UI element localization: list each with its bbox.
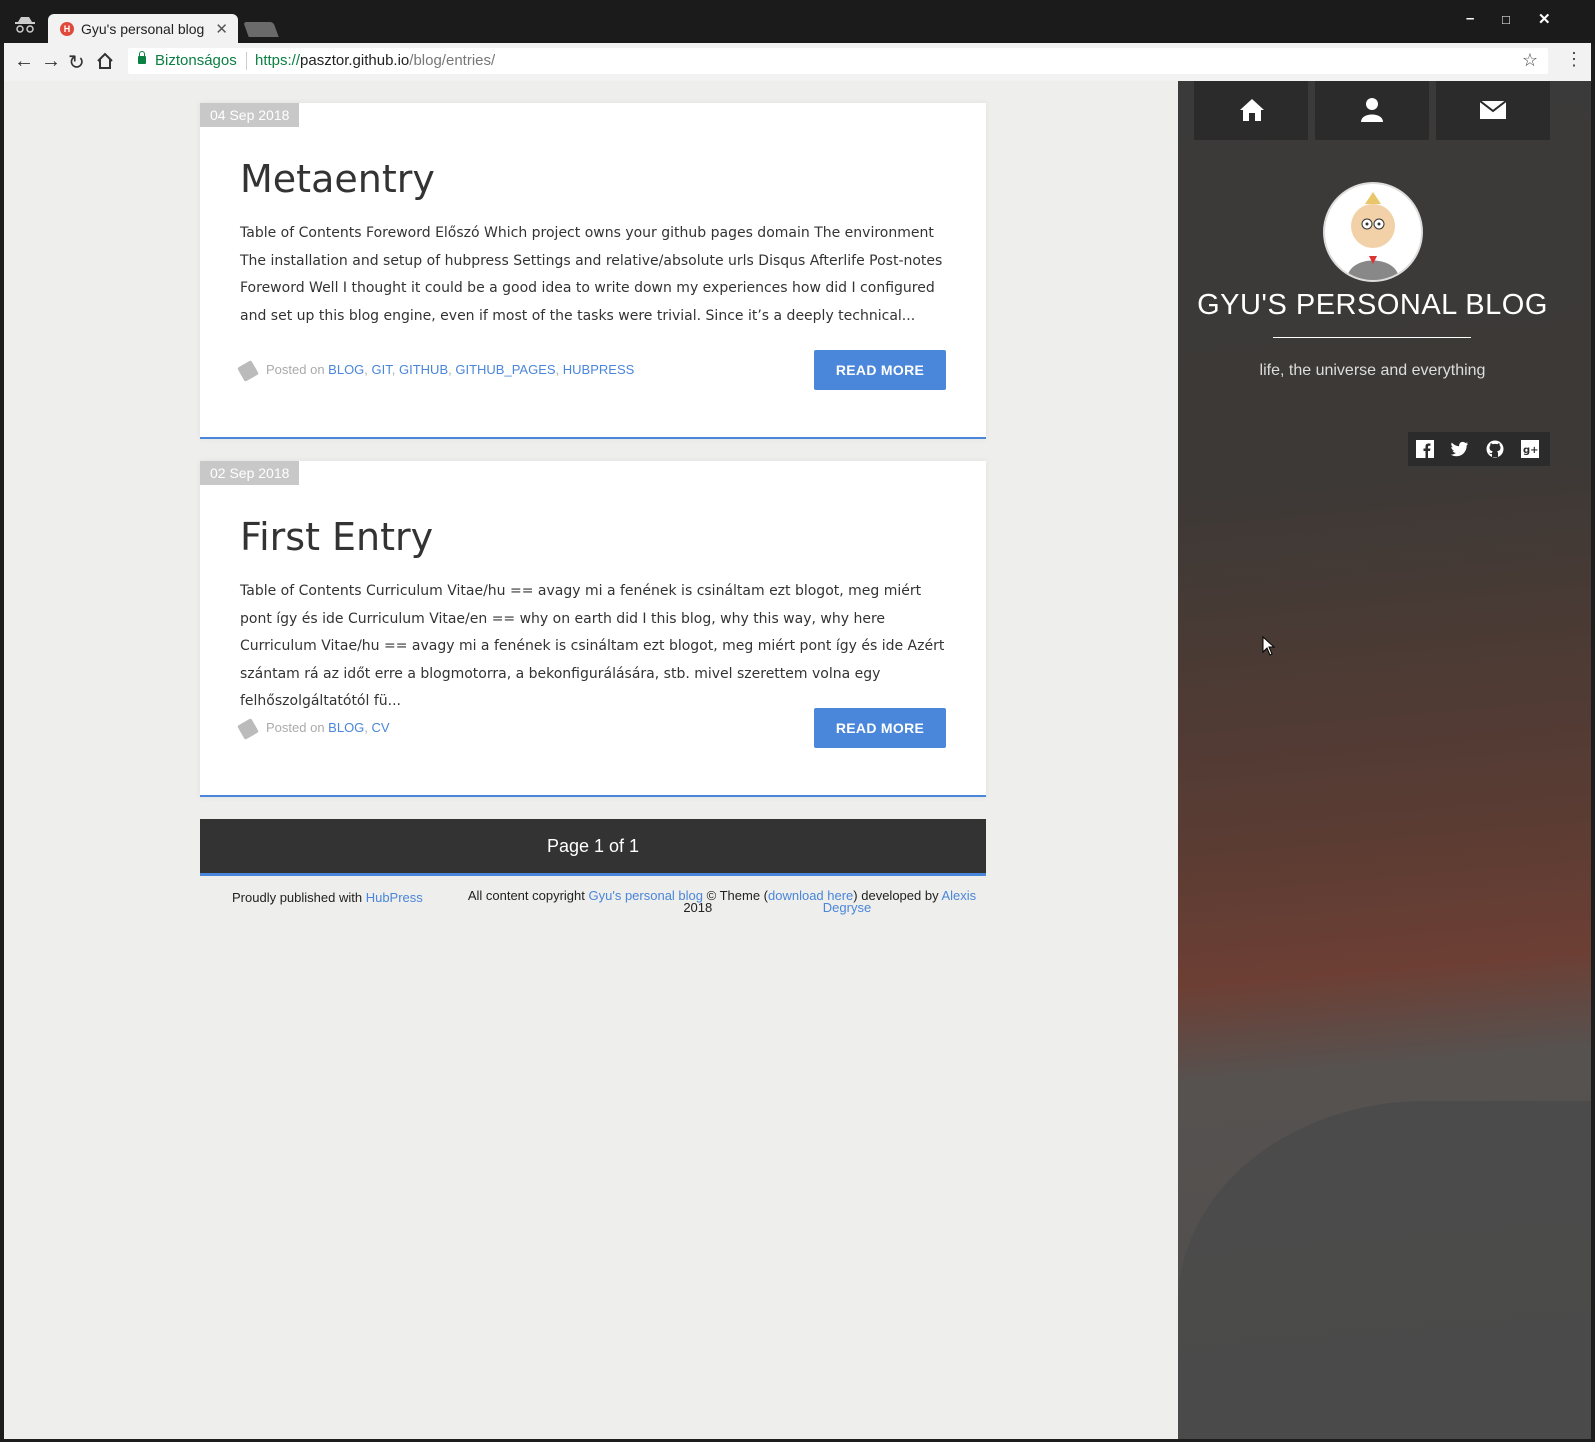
hubpress-favicon-icon: H	[60, 22, 74, 36]
tag-link[interactable]: CV	[372, 720, 390, 735]
minimize-icon[interactable]: –	[1466, 10, 1474, 27]
browser-window: H Gyu's personal blog ✕ – □ ✕ ← → ↻ Bizt…	[0, 0, 1595, 1442]
social-links: g+	[1408, 432, 1550, 466]
close-window-icon[interactable]: ✕	[1538, 10, 1551, 28]
google-plus-icon[interactable]: g+	[1521, 440, 1539, 458]
reload-icon[interactable]: ↻	[68, 50, 85, 75]
tag-link[interactable]: GITHUB	[399, 362, 448, 377]
post-date: 04 Sep 2018	[200, 103, 300, 127]
author-link-first[interactable]: Alexis	[941, 888, 976, 903]
tag-link[interactable]: GIT	[372, 362, 392, 377]
forward-icon[interactable]: →	[41, 50, 61, 73]
facebook-icon[interactable]	[1416, 440, 1434, 458]
posted-on-label: Posted on	[266, 720, 325, 735]
mail-icon	[1480, 101, 1506, 119]
post-title[interactable]: Metaentry	[240, 157, 435, 201]
svg-text:g+: g+	[1523, 445, 1539, 456]
tab-strip: H Gyu's personal blog ✕ – □ ✕	[0, 0, 1595, 44]
security-label: Biztonságos	[155, 52, 237, 69]
tab-close-icon[interactable]: ✕	[215, 20, 228, 38]
tag-link[interactable]: BLOG	[328, 362, 364, 377]
web-page: 04 Sep 2018 Metaentry Table of Contents …	[4, 81, 1591, 1439]
tag-icon	[237, 359, 259, 382]
browser-menu-icon[interactable]: ⋮	[1565, 49, 1583, 70]
lock-icon	[138, 51, 146, 64]
tag-link[interactable]: HUBPRESS	[563, 362, 635, 377]
posted-on-label: Posted on	[266, 362, 325, 377]
hubpress-link[interactable]: HubPress	[366, 890, 423, 905]
blog-title[interactable]: GYU'S PERSONAL BLOG	[1178, 289, 1567, 322]
blog-tagline: life, the universe and everything	[1259, 362, 1486, 379]
tag-icon	[237, 717, 259, 740]
main-content: 04 Sep 2018 Metaentry Table of Contents …	[4, 81, 1202, 1439]
home-icon	[1240, 99, 1264, 121]
read-more-button[interactable]: READ MORE	[814, 350, 946, 390]
user-icon	[1361, 98, 1383, 122]
new-tab-button[interactable]	[243, 22, 279, 37]
home-button-icon[interactable]	[96, 52, 114, 70]
browser-toolbar: ← → ↻ Biztonságos https://pasztor.github…	[4, 43, 1591, 81]
read-more-button[interactable]: READ MORE	[814, 708, 946, 748]
pagination-bar: Page 1 of 1	[200, 819, 986, 876]
author-link-last[interactable]: Degryse	[823, 900, 871, 915]
post-excerpt: Table of Contents Curriculum Vitae/hu ==…	[240, 583, 945, 709]
twitter-icon[interactable]	[1451, 440, 1469, 458]
maximize-icon[interactable]: □	[1502, 12, 1510, 27]
nav-about-button[interactable]	[1315, 81, 1429, 140]
address-bar[interactable]: Biztonságos https://pasztor.github.io/bl…	[128, 48, 1548, 74]
tag-link[interactable]: GITHUB_PAGES	[455, 362, 555, 377]
github-icon[interactable]	[1486, 440, 1504, 458]
url-text[interactable]: https://pasztor.github.io/blog/entries/	[255, 52, 495, 69]
footer-published: Proudly published with HubPress	[232, 890, 423, 905]
post-tags: Posted on BLOG, CV	[237, 717, 390, 740]
footer-copyright: All content copyright Gyu's personal blo…	[467, 888, 977, 915]
tab-title: Gyu's personal blog	[81, 21, 205, 37]
sidebar: GYU'S PERSONAL BLOG life, the universe a…	[1178, 81, 1591, 1439]
bookmark-star-icon[interactable]: ☆	[1522, 50, 1538, 71]
title-divider	[1273, 337, 1471, 338]
mouse-cursor-icon	[1262, 636, 1276, 656]
nav-contact-button[interactable]	[1436, 81, 1550, 140]
tag-link[interactable]: BLOG	[328, 720, 364, 735]
post-tags: Posted on BLOG, GIT, GITHUB, GITHUB_PAGE…	[237, 359, 635, 382]
post-date: 02 Sep 2018	[200, 461, 300, 485]
back-icon[interactable]: ←	[14, 50, 34, 73]
post-card: 02 Sep 2018 First Entry Table of Content…	[200, 461, 986, 797]
avatar	[1323, 182, 1423, 282]
post-excerpt: Table of Contents Foreword Előszó Which …	[240, 225, 943, 324]
tab-active[interactable]: H Gyu's personal blog ✕	[48, 14, 238, 44]
post-title[interactable]: First Entry	[240, 515, 433, 559]
divider	[246, 52, 247, 70]
post-card: 04 Sep 2018 Metaentry Table of Contents …	[200, 103, 986, 439]
incognito-icon	[15, 17, 35, 33]
nav-home-button[interactable]	[1194, 81, 1308, 140]
